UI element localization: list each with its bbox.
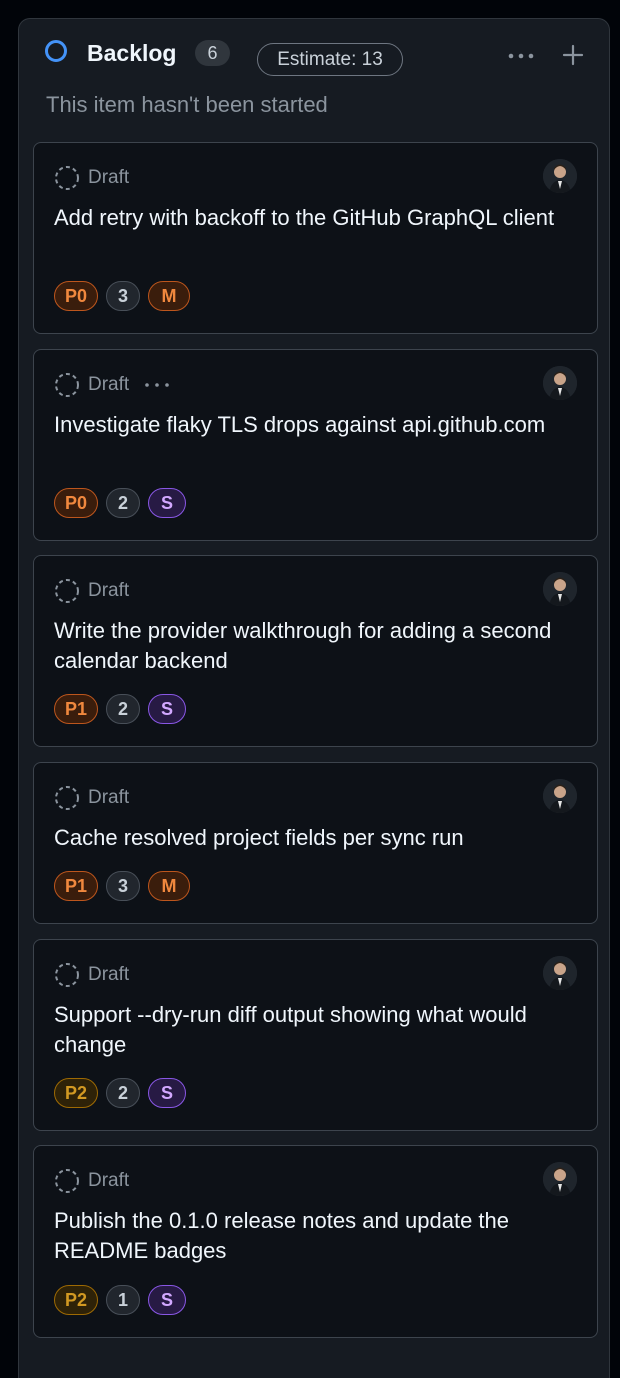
card-type-label: Draft (88, 167, 130, 188)
estimate-tag: 2 (106, 488, 141, 518)
card-type-row: Draft (54, 785, 129, 811)
card-fields: P2 1 S (54, 1285, 187, 1315)
assignee-avatar[interactable] (543, 956, 577, 990)
column-description: This item hasn't been started (46, 92, 328, 117)
add-item-button[interactable] (559, 41, 587, 69)
card-type-row: Draft (54, 372, 173, 398)
draft-card[interactable]: Draft Add retry with backoff to the GitH… (33, 142, 598, 334)
size-tag: S (148, 1285, 187, 1315)
estimate-tag: 2 (106, 694, 141, 724)
estimate-tag: 3 (106, 871, 141, 901)
ellipsis-icon (145, 383, 169, 387)
estimate-tag: 1 (106, 1285, 141, 1315)
card-fields: P2 2 S (54, 1078, 187, 1108)
size-tag: S (148, 694, 187, 724)
status-circle-icon (45, 40, 67, 62)
column-title: Backlog (87, 40, 177, 66)
priority-tag: P2 (54, 1285, 99, 1315)
card-title[interactable]: Publish the 0.1.0 release notes and upda… (54, 1206, 584, 1266)
card-menu-button[interactable] (141, 375, 173, 395)
card-type-row: Draft (54, 578, 129, 604)
assignee-avatar[interactable] (543, 572, 577, 606)
draft-card[interactable]: Draft Cache resolved project fields per … (33, 762, 598, 924)
size-tag: M (148, 871, 191, 901)
column-header: Backlog 6 Estimate: 13 This item hasn't … (19, 19, 609, 139)
assignee-avatar[interactable] (543, 779, 577, 813)
estimate-tag: 3 (106, 281, 141, 311)
plus-icon (562, 44, 584, 66)
estimate-total-pill: Estimate: 13 (257, 43, 403, 76)
priority-tag: P1 (54, 694, 99, 724)
card-fields: P0 3 M (54, 281, 191, 311)
draft-icon (54, 962, 80, 988)
ellipsis-icon (508, 53, 534, 59)
card-type-label: Draft (88, 964, 130, 985)
size-tag: M (148, 281, 191, 311)
draft-card[interactable]: Draft Investigate flaky TLS drops agains… (33, 349, 598, 541)
draft-icon (54, 785, 80, 811)
size-tag: S (148, 488, 187, 518)
priority-tag: P0 (54, 281, 99, 311)
assignee-avatar[interactable] (543, 366, 577, 400)
estimate-tag: 2 (106, 1078, 141, 1108)
card-title[interactable]: Write the provider walkthrough for addin… (54, 616, 584, 676)
item-count-badge: 6 (195, 40, 230, 66)
card-type-row: Draft (54, 1168, 129, 1194)
draft-card[interactable]: Draft Publish the 0.1.0 release notes an… (33, 1145, 598, 1338)
draft-icon (54, 372, 80, 398)
draft-card[interactable]: Draft Write the provider walkthrough for… (33, 555, 598, 747)
draft-card[interactable]: Draft Support --dry-run diff output show… (33, 939, 598, 1131)
card-type-label: Draft (88, 580, 130, 601)
column-menu-button[interactable] (501, 41, 541, 71)
assignee-avatar[interactable] (543, 1162, 577, 1196)
priority-tag: P1 (54, 871, 99, 901)
card-fields: P0 2 S (54, 488, 187, 518)
draft-icon (54, 578, 80, 604)
draft-icon (54, 165, 80, 191)
card-type-row: Draft (54, 962, 129, 988)
priority-tag: P2 (54, 1078, 99, 1108)
card-type-label: Draft (88, 374, 130, 395)
assignee-avatar[interactable] (543, 159, 577, 193)
card-title[interactable]: Add retry with backoff to the GitHub Gra… (54, 203, 584, 233)
card-type-label: Draft (88, 787, 130, 808)
card-fields: P1 2 S (54, 694, 187, 724)
backlog-column: Backlog 6 Estimate: 13 This item hasn't … (18, 18, 610, 1378)
card-fields: P1 3 M (54, 871, 191, 901)
draft-icon (54, 1168, 80, 1194)
size-tag: S (148, 1078, 187, 1108)
card-type-label: Draft (88, 1170, 130, 1191)
card-title[interactable]: Support --dry-run diff output showing wh… (54, 1000, 584, 1060)
card-title[interactable]: Investigate flaky TLS drops against api.… (54, 410, 584, 440)
card-title[interactable]: Cache resolved project fields per sync r… (54, 823, 584, 853)
card-type-row: Draft (54, 165, 129, 191)
priority-tag: P0 (54, 488, 99, 518)
